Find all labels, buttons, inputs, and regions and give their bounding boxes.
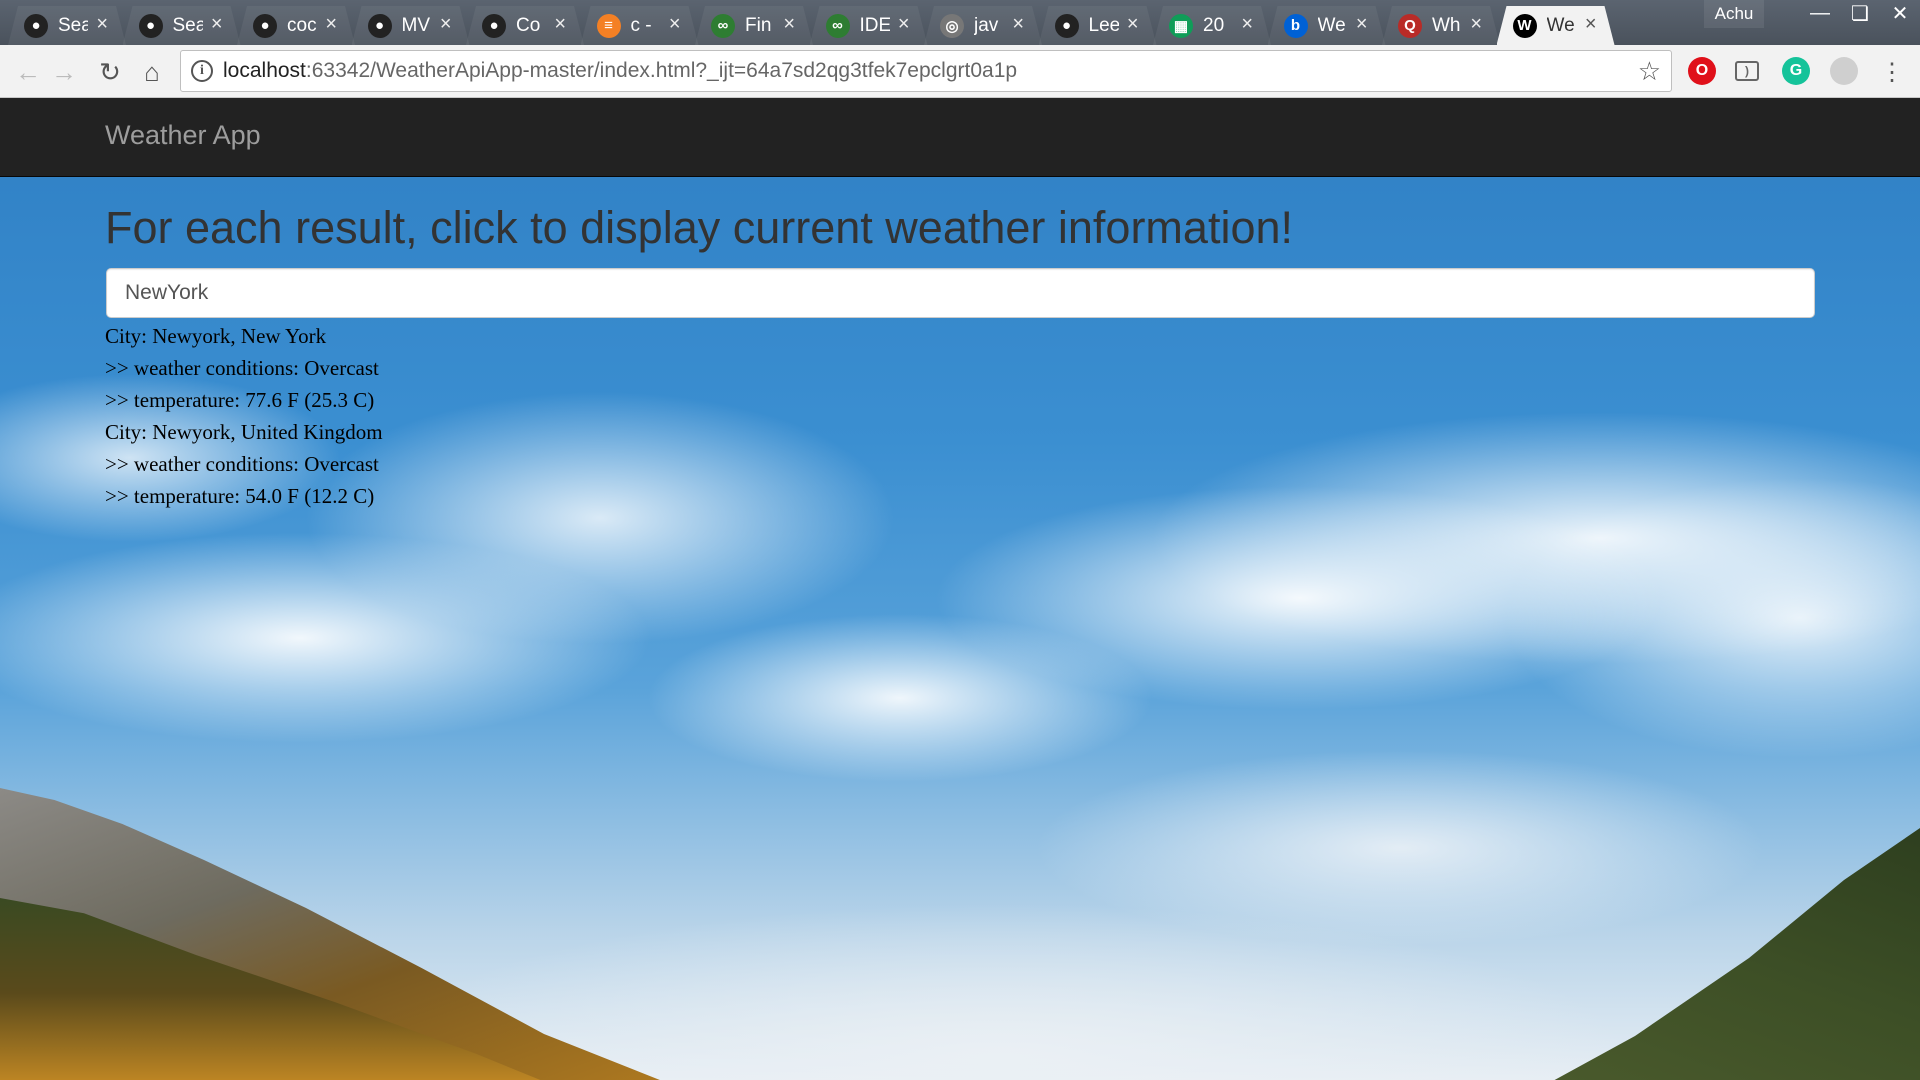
navbar: Weather App (0, 98, 1920, 177)
tab-title: Fin (745, 14, 772, 36)
tab-close-icon[interactable]: × (1470, 13, 1482, 36)
browser-tab[interactable]: ▦ 20 × (1153, 6, 1271, 45)
browser-tab[interactable]: ● Lee × (1039, 6, 1157, 45)
reload-icon[interactable]: ↻ (94, 56, 126, 88)
page-heading: For each result, click to display curren… (105, 202, 1293, 253)
grammarly-icon[interactable]: G (1782, 57, 1810, 85)
tab-close-icon[interactable]: × (96, 13, 108, 36)
tab-close-icon[interactable]: × (1356, 13, 1368, 36)
github-icon: ● (482, 14, 506, 38)
tab-close-icon[interactable]: × (211, 13, 223, 36)
tab-title: MV (401, 14, 430, 36)
browser-tab[interactable]: ∞ Fin × (695, 6, 813, 45)
tab-title: Lee (1088, 14, 1119, 36)
minimize-icon[interactable]: — (1800, 0, 1840, 26)
tab-title: jav (974, 14, 999, 36)
globe-icon: ◎ (940, 14, 964, 38)
extension-icon[interactable] (1830, 57, 1858, 85)
restore-icon[interactable]: ❏ (1840, 0, 1880, 26)
tab-close-icon[interactable]: × (325, 13, 337, 36)
browser-tab[interactable]: ≡ c - × (581, 6, 699, 45)
window-controls: — ❏ ✕ (1800, 0, 1920, 28)
info-icon[interactable]: i (191, 60, 213, 82)
browser-tab[interactable]: b We × (1268, 6, 1386, 45)
github-icon: ● (1055, 14, 1079, 38)
browser-tab[interactable]: ● Co × (466, 6, 584, 45)
url-host: localhost (223, 59, 306, 82)
browser-toolbar: ← → ↻ ⌂ i localhost:63342/WeatherApiApp-… (0, 45, 1920, 98)
opera-extension-icon[interactable]: O (1688, 57, 1716, 85)
browser-tab[interactable]: ● Sea × (123, 6, 241, 45)
browser-tab[interactable]: ● coc × (237, 6, 355, 45)
result-city[interactable]: City: Newyork, United Kingdom (105, 416, 383, 448)
tab-close-icon[interactable]: × (554, 13, 566, 36)
tab-title: 20 (1203, 14, 1225, 36)
tab-close-icon[interactable]: × (783, 13, 795, 36)
tab-title: Co (516, 14, 541, 36)
results-list: City: Newyork, New York >> weather condit… (105, 320, 383, 512)
github-icon: ● (368, 14, 392, 38)
back-arrow-icon[interactable]: ← (12, 56, 44, 88)
tab-title: Wh (1432, 14, 1461, 36)
tab-title: We (1317, 14, 1346, 36)
forward-arrow-icon[interactable]: → (48, 56, 80, 88)
browser-tab[interactable]: W We × (1497, 6, 1615, 45)
tab-title: c - (630, 14, 652, 36)
box-icon: b (1284, 14, 1308, 38)
tab-close-icon[interactable]: × (1127, 13, 1139, 36)
stackoverflow-icon: ≡ (597, 14, 621, 38)
github-icon: ● (253, 14, 277, 38)
cast-icon[interactable]: ) (1735, 61, 1759, 81)
brand-link[interactable]: Weather App (105, 120, 261, 151)
tab-title: We (1546, 14, 1575, 36)
browser-tab[interactable]: ◎ jav × (924, 6, 1042, 45)
quora-icon: Q (1398, 14, 1422, 38)
tab-title: coc (287, 14, 317, 36)
browser-tab[interactable]: ● MV × (352, 6, 470, 45)
tab-close-icon[interactable]: × (669, 13, 681, 36)
tab-close-icon[interactable]: × (440, 13, 452, 36)
tab-close-icon[interactable]: × (898, 13, 910, 36)
result-conditions: >> weather conditions: Overcast (105, 452, 379, 476)
tab-close-icon[interactable]: × (1241, 13, 1253, 36)
page-viewport: Weather App For each result, click to di… (0, 98, 1920, 1080)
github-icon: ● (24, 14, 48, 38)
tab-close-icon[interactable]: × (1585, 13, 1597, 36)
app-icon: ∞ (711, 14, 735, 38)
browser-tab[interactable]: ∞ IDE × (810, 6, 928, 45)
url-path: :63342/WeatherApiApp-master/index.html?_… (305, 59, 1018, 82)
background-trees (1540, 828, 1920, 1080)
github-icon: ● (139, 14, 163, 38)
browser-tab[interactable]: ● Sea × (8, 6, 126, 45)
result-temperature: >> temperature: 77.6 F (25.3 C) (105, 388, 375, 412)
sheets-icon: ▦ (1169, 14, 1193, 38)
home-icon[interactable]: ⌂ (136, 56, 168, 88)
tab-title: IDE (859, 14, 890, 36)
close-window-icon[interactable]: ✕ (1880, 0, 1920, 26)
profile-button[interactable]: Achu (1704, 0, 1764, 28)
result-conditions: >> weather conditions: Overcast (105, 356, 379, 380)
tab-title: Sea (58, 14, 88, 36)
app-icon: ∞ (826, 14, 850, 38)
address-bar[interactable]: i localhost:63342/WeatherApiApp-master/i… (180, 50, 1672, 92)
city-search-input[interactable] (106, 268, 1815, 318)
result-temperature: >> temperature: 54.0 F (12.2 C) (105, 484, 375, 508)
webstorm-icon: W (1513, 14, 1537, 38)
browser-tab[interactable]: Q Wh × (1382, 6, 1500, 45)
tab-close-icon[interactable]: × (1012, 13, 1024, 36)
star-icon[interactable]: ☆ (1638, 56, 1661, 87)
result-city[interactable]: City: Newyork, New York (105, 320, 383, 352)
browser-tab-strip: ● Sea × ● Sea × ● coc × ● MV × ● Co × ≡ c - × ∞ Fin × ∞ IDE × ◎ j… (0, 0, 1920, 45)
menu-icon[interactable]: ⋮ (1876, 56, 1908, 88)
tab-title: Sea (172, 14, 203, 36)
